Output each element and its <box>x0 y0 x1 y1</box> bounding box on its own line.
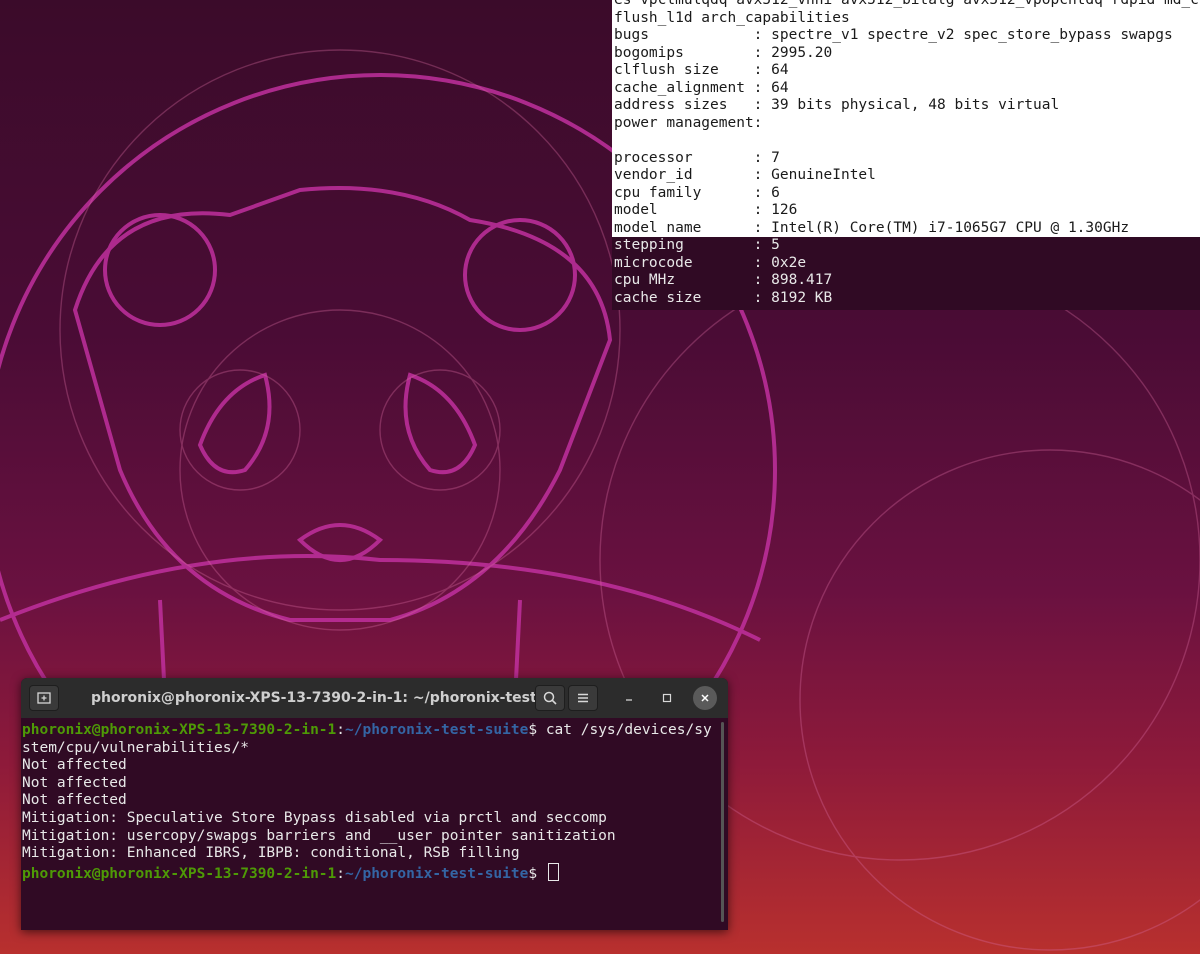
cpuinfo-selected-text[interactable]: bugs : spectre_v1 spectre_v2 spec_store_… <box>612 27 1200 237</box>
command-wrap: stem/cpu/vulnerabilities/* <box>22 739 249 756</box>
hamburger-menu-icon <box>578 693 588 703</box>
output-line: Not affected <box>22 774 127 791</box>
new-tab-button[interactable] <box>29 685 59 711</box>
cpuinfo-line: microcode : 0x2e <box>614 254 807 271</box>
cpuinfo-line <box>614 132 1200 150</box>
cpuinfo-plain-text: stepping : 5 microcode : 0x2e cpu MHz : … <box>612 237 1200 307</box>
output-line: Mitigation: Enhanced IBRS, IBPB: conditi… <box>22 845 520 862</box>
cpuinfo-line: address sizes : 39 bits physical, 48 bit… <box>614 97 1060 113</box>
prompt-end: $ <box>528 865 546 882</box>
cpuinfo-line: clflush size : 64 <box>614 62 789 78</box>
terminal-scrollbar[interactable] <box>721 722 724 922</box>
prompt-separator: : <box>336 865 346 882</box>
maximize-icon <box>662 693 672 703</box>
menu-button[interactable] <box>568 685 598 711</box>
close-button[interactable] <box>693 686 717 710</box>
output-line: Mitigation: Speculative Store Bypass dis… <box>22 809 607 826</box>
cpuinfo-line: bogomips : 2995.20 <box>614 44 833 61</box>
output-line: Not affected <box>22 792 127 809</box>
close-icon <box>701 694 709 702</box>
cpuinfo-line: cpu family : 6 <box>614 184 780 201</box>
cpuinfo-clipped-line: flush_l1d arch_capabilities <box>612 9 1200 27</box>
terminal-titlebar[interactable]: phoronix@phoronix-XPS-13-7390-2-in-1: ~/… <box>21 678 728 718</box>
minimize-button[interactable] <box>617 686 641 710</box>
command-text: cat /sys/devices/sy <box>545 722 712 738</box>
cpuinfo-line: bugs : spectre_v1 spectre_v2 spec_store_… <box>614 27 1173 43</box>
terminal-output[interactable]: phoronix@phoronix-XPS-13-7390-2-in-1:~/p… <box>21 718 728 883</box>
terminal-window[interactable]: phoronix@phoronix-XPS-13-7390-2-in-1: ~/… <box>21 678 728 930</box>
prompt-separator: : <box>336 722 346 738</box>
output-line: Not affected <box>22 757 127 774</box>
command-line: phoronix@phoronix-XPS-13-7390-2-in-1:~/p… <box>22 722 728 740</box>
search-button[interactable] <box>535 685 565 711</box>
cpuinfo-line: cpu MHz : 898.417 <box>614 272 833 288</box>
cpuinfo-terminal-window[interactable]: es vpclmulqdq avx512_vnni avx512_bitalg … <box>612 0 1200 310</box>
search-icon <box>543 691 557 705</box>
prompt-path: ~/phoronix-test-suite <box>345 865 529 882</box>
cpuinfo-line: cache_alignment : 64 <box>614 79 789 96</box>
cpuinfo-line: vendor_id : GenuineIntel <box>614 167 876 183</box>
cpuinfo-line: model name : Intel(R) Core(TM) i7-1065G7… <box>614 219 1130 236</box>
output-line: Mitigation: usercopy/swapgs barriers and… <box>22 827 616 844</box>
prompt-path: ~/phoronix-test-suite <box>345 722 529 738</box>
maximize-button[interactable] <box>655 686 679 710</box>
cpuinfo-line: model : 126 <box>614 202 798 218</box>
cpuinfo-line: processor : 7 <box>614 149 780 166</box>
prompt-user: phoronix@phoronix-XPS-13-7390-2-in-1 <box>22 722 337 738</box>
prompt-user: phoronix@phoronix-XPS-13-7390-2-in-1 <box>22 865 337 882</box>
minimize-icon <box>626 699 632 701</box>
current-prompt-line[interactable]: phoronix@phoronix-XPS-13-7390-2-in-1:~/p… <box>22 862 728 884</box>
cpuinfo-line: stepping : 5 <box>614 237 780 253</box>
cpuinfo-clipped-line: es vpclmulqdq avx512_vnni avx512_bitalg … <box>612 0 1200 10</box>
cpuinfo-line: power management: <box>614 114 763 131</box>
new-tab-icon <box>37 692 51 704</box>
prompt-end: $ <box>528 722 546 738</box>
text-cursor <box>547 862 559 881</box>
terminal-title: phoronix@phoronix-XPS-13-7390-2-in-1: ~/… <box>91 690 551 706</box>
cpuinfo-line: cache size : 8192 KB <box>614 289 833 306</box>
